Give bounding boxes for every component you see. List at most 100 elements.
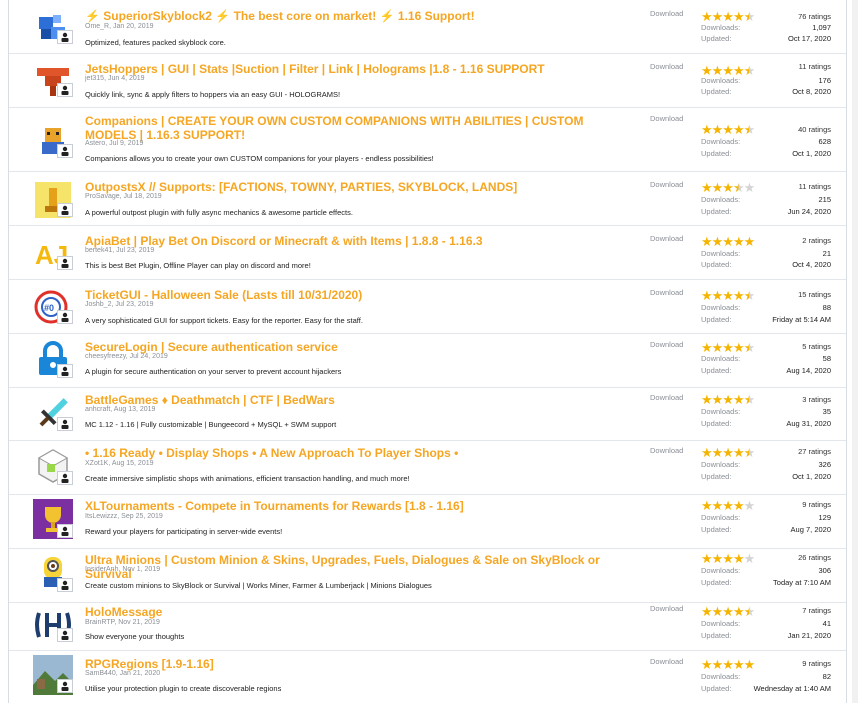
resource-title[interactable]: XLTournaments - Compete in Tournaments f…	[85, 499, 625, 513]
ratings-count: 40 ratings	[798, 125, 831, 134]
resource-row: • 1.16 Ready • Display Shops • A New App…	[9, 441, 846, 495]
download-link[interactable]: Download	[650, 288, 683, 297]
downloads-label: Downloads:	[701, 76, 741, 85]
downloads-value: 326	[818, 460, 831, 469]
download-link[interactable]: Download	[650, 180, 683, 189]
download-link[interactable]: Download	[650, 234, 683, 243]
resource-title[interactable]: TicketGUI - Halloween Sale (Lasts till 1…	[85, 288, 625, 302]
ratings-count: 76 ratings	[798, 12, 831, 21]
resource-author-date[interactable]: BrainRTP, Nov 21, 2019	[85, 619, 160, 626]
updated-value: Aug 7, 2020	[790, 525, 831, 534]
updated-value: Aug 31, 2020	[786, 419, 831, 428]
author-avatar[interactable]	[57, 417, 73, 431]
updated-label: Updated:	[701, 315, 732, 324]
updated-label: Updated:	[701, 525, 732, 534]
resource-title[interactable]: OutpostsX // Supports: [FACTIONS, TOWNY,…	[85, 180, 625, 194]
downloads-label: Downloads:	[701, 137, 741, 146]
resource-row: SecureLogin | Secure authentication serv…	[9, 334, 846, 388]
updated-label: Updated:	[701, 34, 732, 43]
resource-author-date[interactable]: SamB440, Jan 21, 2020	[85, 670, 160, 677]
ratings-count: 11 ratings	[798, 182, 831, 191]
author-avatar[interactable]	[57, 471, 73, 485]
download-link[interactable]: Download	[650, 9, 683, 18]
resource-row: BattleGames ♦ Deathmatch | CTF | BedWars…	[9, 388, 846, 441]
downloads-value: 41	[822, 619, 831, 628]
resource-author-date[interactable]: ItsLewizzz, Sep 25, 2019	[85, 513, 163, 520]
author-avatar[interactable]	[57, 83, 73, 97]
ratings-count: 7 ratings	[802, 606, 831, 615]
author-avatar[interactable]	[57, 203, 73, 217]
resource-author-date[interactable]: Joshb_2, Jul 23, 2019	[85, 301, 154, 308]
rating-stars: ★★★★★	[701, 340, 755, 355]
resource-title[interactable]: Ultra Minions | Custom Minion & Skins, U…	[85, 553, 625, 581]
resource-tagline: A plugin for secure authentication on yo…	[85, 367, 342, 376]
author-avatar[interactable]	[57, 679, 73, 693]
downloads-label: Downloads:	[701, 195, 741, 204]
updated-label: Updated:	[701, 87, 732, 96]
updated-value: Friday at 5:14 AM	[772, 315, 831, 324]
resource-title[interactable]: BattleGames ♦ Deathmatch | CTF | BedWars	[85, 393, 625, 407]
updated-label: Updated:	[701, 472, 732, 481]
downloads-value: 215	[818, 195, 831, 204]
author-avatar[interactable]	[57, 256, 73, 270]
download-link[interactable]: Download	[650, 446, 683, 455]
resource-author-date[interactable]: bertek41, Jul 23, 2019	[85, 247, 154, 254]
downloads-value: 58	[822, 354, 831, 363]
resource-author-date[interactable]: Astero, Jul 9, 2019	[85, 140, 143, 147]
ratings-count: 9 ratings	[802, 500, 831, 509]
resource-author-date[interactable]: jet315, Jun 4, 2019	[85, 75, 145, 82]
resource-author-date[interactable]: XZot1K, Aug 15, 2019	[85, 460, 154, 467]
downloads-value: 306	[818, 566, 831, 575]
downloads-value: 21	[822, 249, 831, 258]
resource-row: Companions | CREATE YOUR OWN CUSTOM COMP…	[9, 108, 846, 172]
resource-author-date[interactable]: Ome_R, Jan 20, 2019	[85, 23, 154, 30]
resource-row: Ultra Minions | Custom Minion & Skins, U…	[9, 549, 846, 603]
downloads-label: Downloads:	[701, 249, 741, 258]
updated-value: Oct 17, 2020	[788, 34, 831, 43]
resource-author-date[interactable]: ProSavage, Jul 18, 2019	[85, 193, 162, 200]
resource-author-date[interactable]: cheesyfreezy, Jul 24, 2019	[85, 353, 168, 360]
author-avatar[interactable]	[57, 310, 73, 324]
resource-title[interactable]: HoloMessage	[85, 605, 625, 619]
download-link[interactable]: Download	[650, 340, 683, 349]
ratings-count: 5 ratings	[802, 342, 831, 351]
downloads-label: Downloads:	[701, 513, 741, 522]
author-avatar[interactable]	[57, 30, 73, 44]
ratings-count: 11 ratings	[798, 62, 831, 71]
updated-value: Oct 4, 2020	[792, 260, 831, 269]
resource-title[interactable]: ⚡ SuperiorSkyblock2 ⚡ The best core on m…	[85, 9, 625, 23]
resource-title[interactable]: Companions | CREATE YOUR OWN CUSTOM COMP…	[85, 114, 625, 142]
resource-title[interactable]: • 1.16 Ready • Display Shops • A New App…	[85, 446, 625, 460]
resource-title[interactable]: JetsHoppers | GUI | Stats |Suction | Fil…	[85, 62, 625, 76]
downloads-value: 129	[818, 513, 831, 522]
author-avatar[interactable]	[57, 144, 73, 158]
author-avatar[interactable]	[57, 364, 73, 378]
resource-author-date[interactable]: anhcraft, Aug 13, 2019	[85, 406, 155, 413]
author-avatar[interactable]	[57, 628, 73, 642]
resource-author-date[interactable]: InsiderAnh, Nov 1, 2019	[85, 566, 160, 573]
rating-stars: ★★★★★	[701, 498, 755, 513]
author-avatar[interactable]	[57, 524, 73, 538]
updated-value: Wednesday at 1:40 AM	[753, 684, 831, 693]
resource-tagline: MC 1.12 - 1.16 | Fully customizable | Bu…	[85, 420, 337, 429]
ratings-count: 26 ratings	[798, 553, 831, 562]
download-link[interactable]: Download	[650, 393, 683, 402]
rating-stars: ★★★★★	[701, 288, 755, 303]
resource-row: HoloMessage BrainRTP, Nov 21, 2019 Show …	[9, 603, 846, 651]
ratings-count: 15 ratings	[798, 290, 831, 299]
resource-tagline: Optimized, features packed skyblock core…	[85, 38, 226, 47]
download-link[interactable]: Download	[650, 657, 683, 666]
resource-row: ⚡ SuperiorSkyblock2 ⚡ The best core on m…	[9, 0, 846, 54]
resource-tagline: A very sophisticated GUI for support tic…	[85, 316, 363, 325]
resource-title[interactable]: SecureLogin | Secure authentication serv…	[85, 340, 625, 354]
rating-stars: ★★★★★	[701, 392, 755, 407]
resource-title[interactable]: ApiaBet | Play Bet On Discord or Minecra…	[85, 234, 625, 248]
downloads-value: 88	[822, 303, 831, 312]
download-link[interactable]: Download	[650, 114, 683, 123]
resource-title[interactable]: RPGRegions [1.9-1.16]	[85, 657, 625, 671]
download-link[interactable]: Download	[650, 62, 683, 71]
download-link[interactable]: Download	[650, 604, 683, 613]
downloads-value: 35	[822, 407, 831, 416]
vertical-scrollbar[interactable]	[852, 0, 858, 703]
author-avatar[interactable]	[57, 578, 73, 592]
